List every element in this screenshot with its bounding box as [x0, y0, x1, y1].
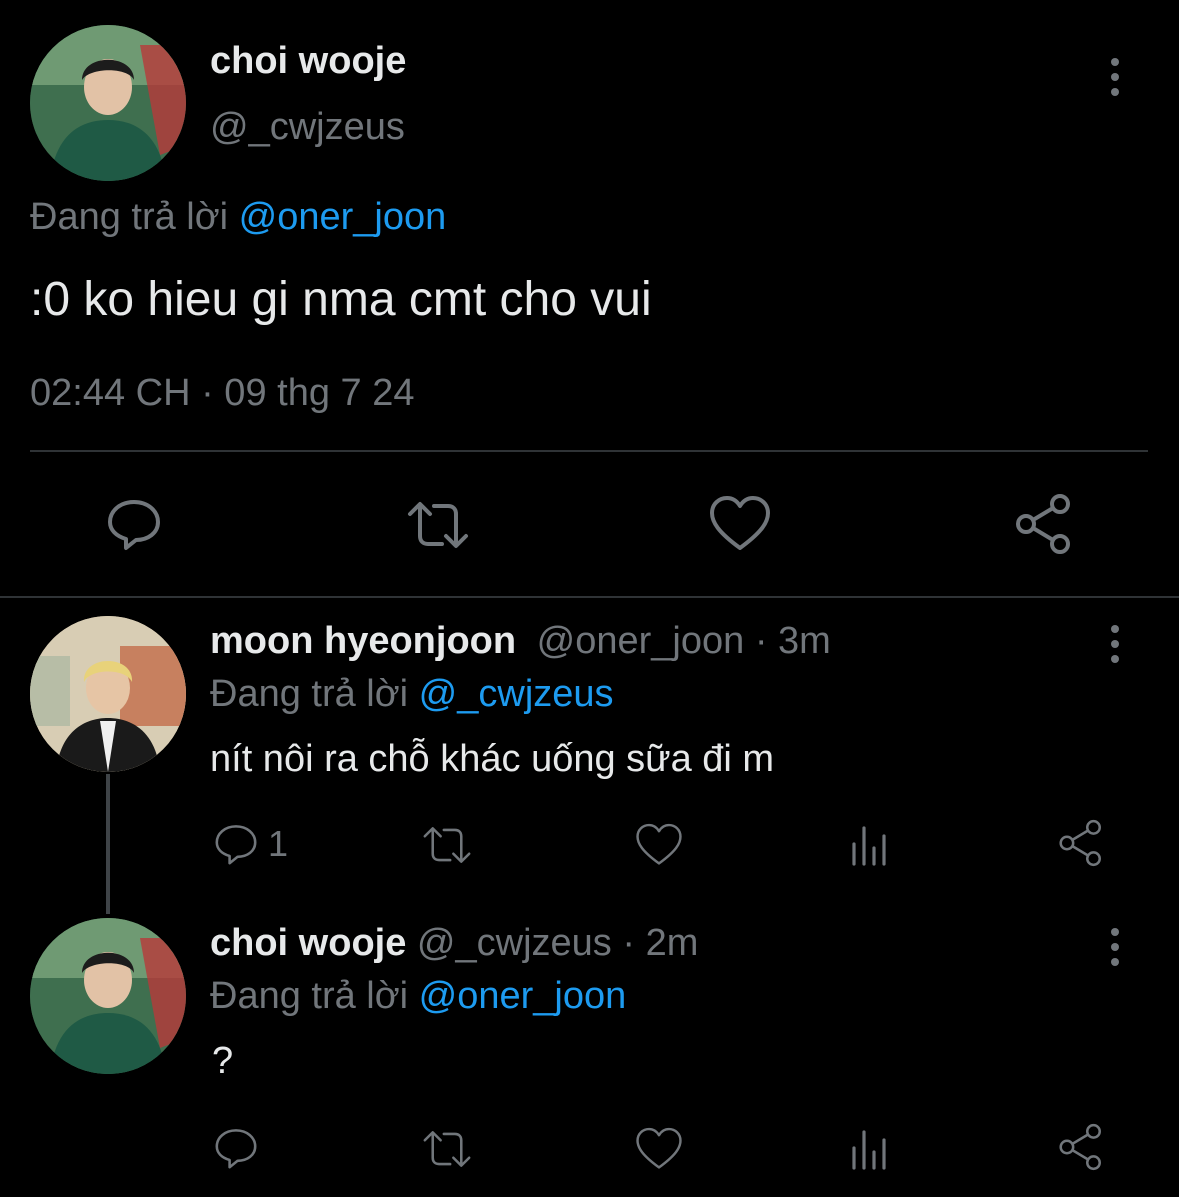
replying-to-handle[interactable]: @_cwjzeus [419, 673, 614, 715]
author-name[interactable]: choi wooje [210, 40, 406, 83]
replying-prefix: Đang trả lời [210, 673, 409, 715]
heart-icon[interactable] [634, 822, 684, 868]
reply-icon[interactable] [104, 494, 164, 554]
tweet-text: :0 ko hieu gi nma cmt cho vui [30, 273, 652, 326]
analytics-icon[interactable] [848, 822, 892, 868]
author-handle[interactable]: @_cwjzeus [210, 106, 405, 149]
avatar-photo [30, 918, 186, 1074]
heart-icon[interactable] [708, 494, 772, 554]
section-divider [0, 596, 1179, 598]
reply-text: nít nôi ra chỗ khác uống sữa đi m [210, 738, 775, 780]
retweet-icon[interactable] [420, 822, 474, 868]
reply-time: · 3m [754, 620, 831, 662]
reply-header: moon hyeonjoon @oner_joon · 3m [210, 620, 831, 663]
heart-icon[interactable] [634, 1126, 684, 1172]
author-name[interactable]: choi wooje [210, 922, 406, 964]
divider [30, 450, 1148, 452]
author-avatar[interactable] [30, 25, 186, 181]
reply-avatar[interactable] [30, 918, 186, 1074]
author-name[interactable]: moon hyeonjoon [210, 620, 516, 662]
more-options-icon[interactable] [1103, 58, 1127, 96]
reply-header: choi wooje @_cwjzeus · 2m [210, 922, 698, 965]
reply-icon[interactable] [212, 820, 260, 868]
replying-to: Đang trả lời @_cwjzeus [210, 673, 614, 716]
tweet-timestamp: 02:44 CH · 09 thg 7 24 [30, 372, 415, 414]
analytics-icon[interactable] [848, 1126, 892, 1172]
share-icon[interactable] [1056, 818, 1106, 868]
replying-to-handle[interactable]: @oner_joon [239, 196, 447, 238]
retweet-icon[interactable] [420, 1126, 474, 1172]
more-options-icon[interactable] [1103, 625, 1127, 663]
reply-text: ? [212, 1040, 234, 1082]
avatar-photo [30, 25, 186, 181]
replying-prefix: Đang trả lời [30, 196, 229, 238]
author-handle[interactable]: @_cwjzeus [417, 922, 612, 964]
author-handle[interactable]: @oner_joon [537, 620, 745, 662]
reply-avatar[interactable] [30, 616, 186, 772]
reply-button[interactable]: 1 [212, 820, 288, 868]
reply-icon[interactable] [212, 1124, 260, 1172]
share-icon[interactable] [1012, 492, 1076, 556]
reply-time: · 2m [622, 922, 699, 964]
thread-line [106, 774, 110, 914]
share-icon[interactable] [1056, 1122, 1106, 1172]
replying-to-handle[interactable]: @oner_joon [419, 975, 627, 1017]
avatar-photo [30, 616, 186, 772]
retweet-icon[interactable] [404, 496, 472, 554]
reply-count: 1 [268, 823, 289, 864]
replying-to: Đang trả lời @oner_joon [210, 975, 626, 1018]
replying-to: Đang trả lời @oner_joon [30, 196, 446, 239]
replying-prefix: Đang trả lời [210, 975, 409, 1017]
more-options-icon[interactable] [1103, 928, 1127, 966]
